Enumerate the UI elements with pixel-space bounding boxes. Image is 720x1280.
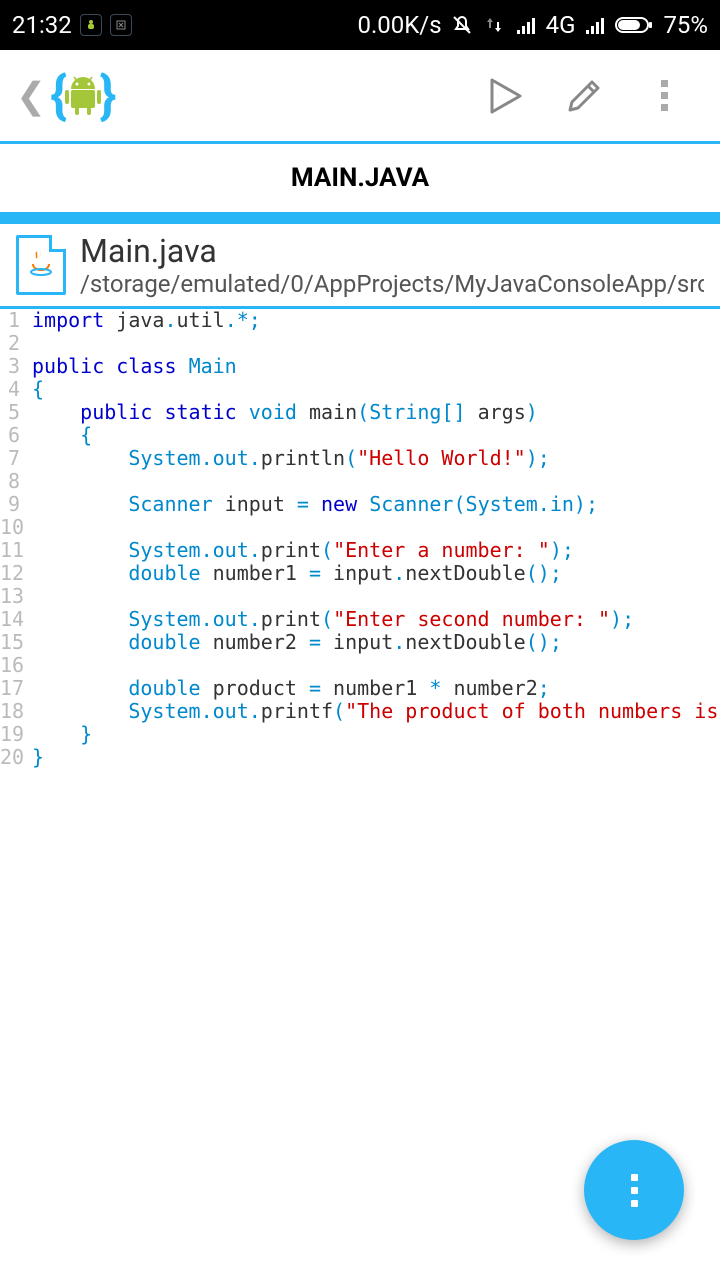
- line-number: 16: [0, 654, 20, 677]
- code-line[interactable]: import java.util.*;: [32, 309, 720, 332]
- code-line[interactable]: System.out.print("Enter second number: "…: [32, 608, 720, 631]
- line-number: 1: [0, 309, 20, 332]
- line-number: 6: [0, 424, 20, 447]
- code-line[interactable]: [32, 585, 720, 608]
- data-transfer-icon: [482, 13, 506, 37]
- overflow-menu-button[interactable]: [624, 66, 704, 126]
- line-number: 2: [0, 332, 20, 355]
- code-line[interactable]: double number1 = input.nextDouble();: [32, 562, 720, 585]
- signal-icon-2: [583, 13, 607, 37]
- network-type: 4G: [546, 11, 576, 39]
- line-number: 9: [0, 493, 20, 516]
- line-gutter: 1234567891011121314151617181920: [0, 309, 24, 769]
- code-line[interactable]: [32, 332, 720, 355]
- run-button[interactable]: [464, 66, 544, 126]
- code-line[interactable]: double number2 = input.nextDouble();: [32, 631, 720, 654]
- code-line[interactable]: {: [32, 378, 720, 401]
- app-logo[interactable]: { }: [50, 65, 116, 126]
- more-vert-icon: [631, 1174, 638, 1207]
- code-editor[interactable]: 1234567891011121314151617181920 import j…: [0, 309, 720, 769]
- line-number: 11: [0, 539, 20, 562]
- code-line[interactable]: System.out.println("Hello World!");: [32, 447, 720, 470]
- line-number: 7: [0, 447, 20, 470]
- battery-percent: 75%: [663, 11, 708, 39]
- play-icon: [480, 72, 528, 120]
- tab-main-java[interactable]: MAIN.JAVA: [291, 163, 429, 193]
- code-line[interactable]: {: [32, 424, 720, 447]
- mute-icon: [450, 13, 474, 37]
- code-line[interactable]: }: [32, 723, 720, 746]
- app-running-icon-1: [80, 14, 102, 36]
- code-line[interactable]: Scanner input = new Scanner(System.in);: [32, 493, 720, 516]
- line-number: 15: [0, 631, 20, 654]
- line-number: 10: [0, 516, 20, 539]
- line-number: 17: [0, 677, 20, 700]
- line-number: 18: [0, 700, 20, 723]
- tab-bar: MAIN.JAVA: [0, 144, 720, 224]
- battery-icon: [615, 13, 655, 37]
- code-line[interactable]: public class Main: [32, 355, 720, 378]
- code-line[interactable]: }: [32, 746, 720, 769]
- status-time: 21:32: [12, 11, 72, 39]
- code-line[interactable]: double product = number1 * number2;: [32, 677, 720, 700]
- line-number: 4: [0, 378, 20, 401]
- line-number: 8: [0, 470, 20, 493]
- code-line[interactable]: [32, 516, 720, 539]
- network-speed: 0.00K/s: [357, 11, 441, 39]
- code-line[interactable]: System.out.print("Enter a number: ");: [32, 539, 720, 562]
- line-number: 14: [0, 608, 20, 631]
- code-line[interactable]: System.out.printf("The product of both n…: [32, 700, 720, 723]
- status-bar: 21:32 0.00K/s 4G 75%: [0, 0, 720, 50]
- edit-button[interactable]: [544, 66, 624, 126]
- back-icon[interactable]: ❮: [16, 75, 46, 117]
- file-path: /storage/emulated/0/AppProjects/MyJavaCo…: [80, 270, 704, 298]
- line-number: 13: [0, 585, 20, 608]
- line-number: 12: [0, 562, 20, 585]
- android-icon: [63, 75, 103, 117]
- app-running-icon-2: [110, 14, 132, 36]
- line-number: 5: [0, 401, 20, 424]
- signal-icon-1: [514, 13, 538, 37]
- file-name: Main.java: [80, 232, 704, 270]
- file-header[interactable]: Main.java /storage/emulated/0/AppProject…: [0, 224, 720, 309]
- code-content[interactable]: import java.util.*;public class Main{ pu…: [24, 309, 720, 769]
- code-line[interactable]: [32, 470, 720, 493]
- app-toolbar: ❮ { }: [0, 50, 720, 144]
- fab-menu-button[interactable]: [584, 1140, 684, 1240]
- code-line[interactable]: public static void main(String[] args): [32, 401, 720, 424]
- line-number: 20: [0, 746, 20, 769]
- line-number: 19: [0, 723, 20, 746]
- pencil-icon: [560, 72, 608, 120]
- line-number: 3: [0, 355, 20, 378]
- more-vert-icon: [652, 76, 676, 116]
- code-line[interactable]: [32, 654, 720, 677]
- java-file-icon: [16, 235, 66, 295]
